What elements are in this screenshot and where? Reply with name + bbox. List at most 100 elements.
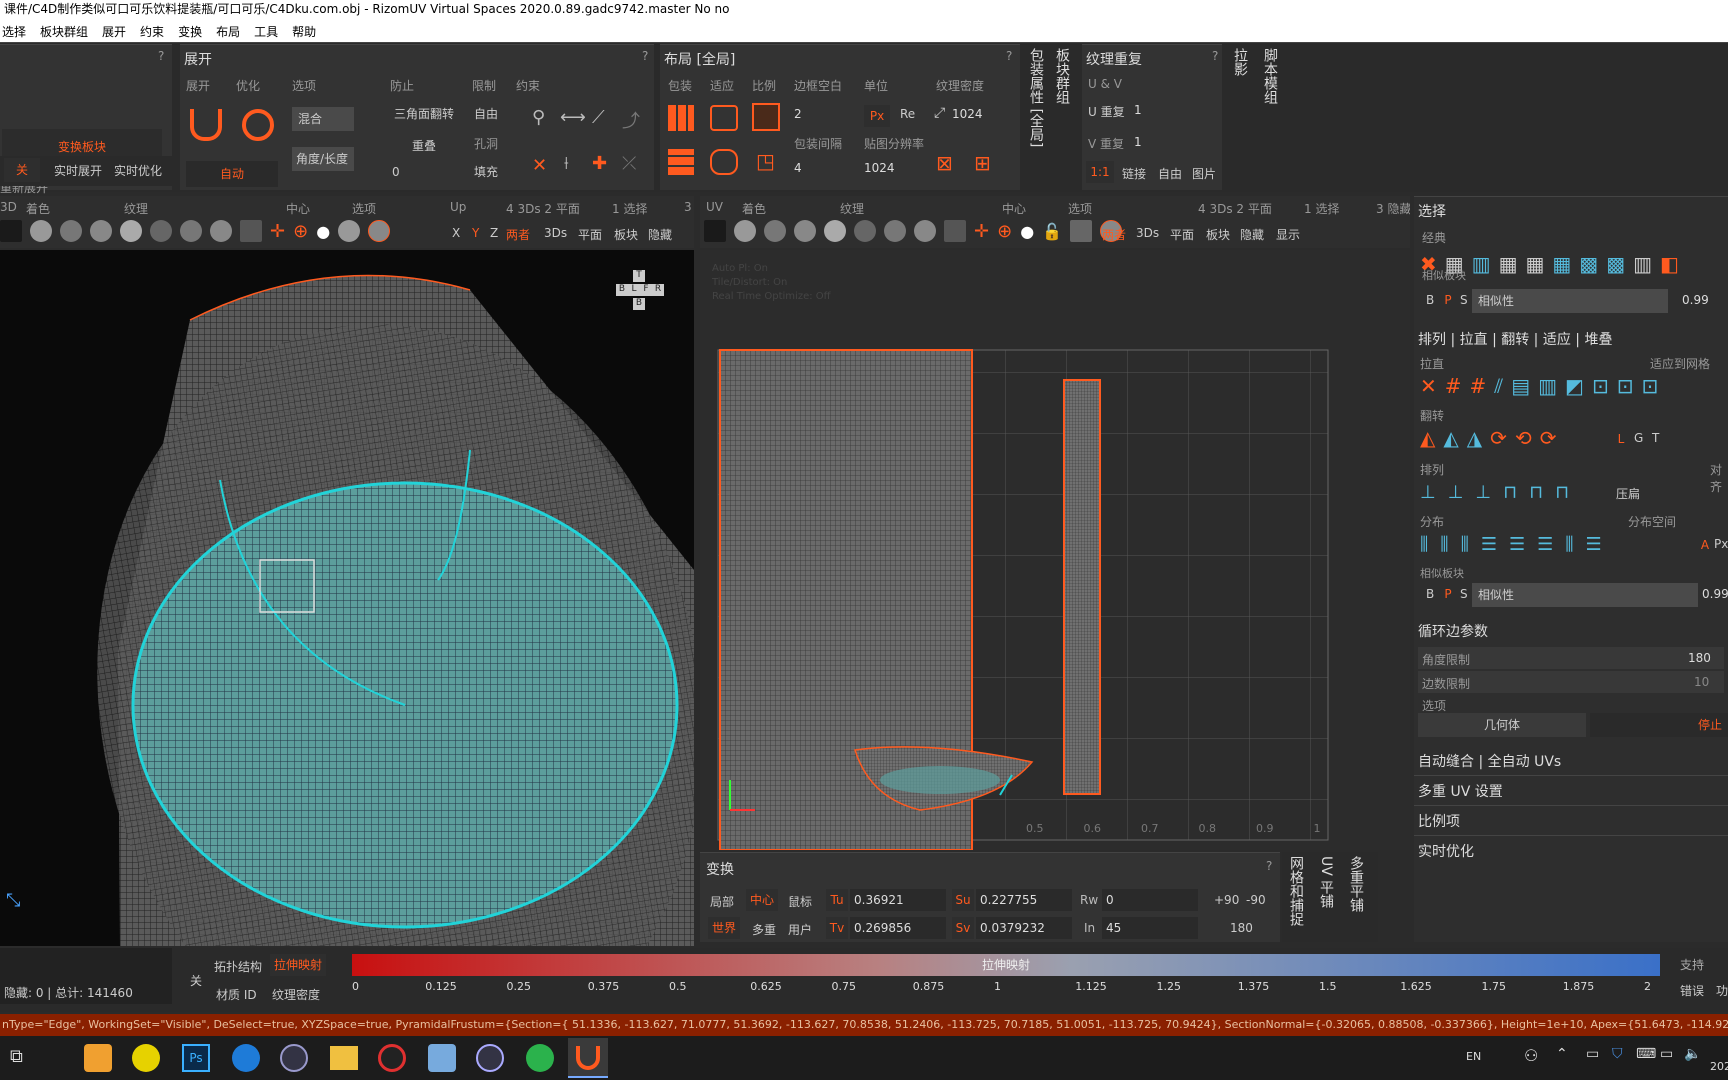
menu-unfold[interactable]: 展开 bbox=[102, 23, 126, 40]
horizontal-constraint-icon[interactable]: ⟷ bbox=[560, 107, 586, 128]
spacing-value[interactable]: 4 bbox=[794, 161, 802, 175]
similarity-slider[interactable]: 相似性 bbox=[1472, 289, 1668, 313]
flat-sphere-icon[interactable] bbox=[824, 220, 846, 242]
center-icon[interactable]: ✛ bbox=[270, 221, 285, 242]
select-face-icon[interactable]: ▦ bbox=[1525, 252, 1544, 276]
unit-re-button[interactable]: Re bbox=[900, 107, 915, 121]
align-bottom-icon[interactable]: ⊥ bbox=[1420, 482, 1436, 503]
dist-b-icon[interactable]: ⫼ bbox=[1440, 534, 1448, 555]
rw-field[interactable]: 0 bbox=[1102, 889, 1198, 911]
tu-field[interactable]: 0.36921 bbox=[850, 889, 946, 911]
image-button[interactable]: 图片 bbox=[1192, 165, 1216, 182]
record-icon[interactable] bbox=[378, 1044, 406, 1072]
menu-select[interactable]: 选择 bbox=[2, 23, 26, 40]
b2-button[interactable]: B bbox=[1426, 587, 1434, 601]
world-button[interactable]: 世界 bbox=[708, 917, 740, 939]
flip-v-icon[interactable]: ◭ bbox=[1443, 426, 1458, 450]
center-target-icon[interactable]: ⊕ bbox=[997, 221, 1012, 242]
security-icon[interactable]: ⛉ bbox=[1612, 1046, 1623, 1062]
help-icon[interactable]: ? bbox=[158, 49, 164, 63]
volume-icon[interactable]: 🔈 bbox=[1684, 1046, 1701, 1062]
network-icon[interactable]: ⌨ bbox=[1636, 1046, 1656, 1062]
error-button[interactable]: 错误 bbox=[1680, 982, 1704, 999]
v-repeat-value[interactable]: 1 bbox=[1134, 135, 1142, 149]
dist-f-icon[interactable]: ☰ bbox=[1537, 534, 1553, 555]
compress-button[interactable]: 压扁 bbox=[1616, 485, 1640, 502]
show-button[interactable]: 显示 bbox=[1276, 226, 1300, 243]
straighten-x-icon[interactable]: ✕ bbox=[1420, 374, 1437, 398]
remove-pin-icon[interactable]: ✕ bbox=[532, 155, 547, 176]
cube-right[interactable]: R bbox=[652, 284, 664, 296]
pin-icon[interactable]: ⚲ bbox=[532, 107, 545, 128]
textured-sphere-icon[interactable] bbox=[90, 220, 112, 242]
center-icon[interactable]: ✛ bbox=[974, 221, 989, 242]
scale-icon[interactable] bbox=[752, 103, 780, 131]
select-ring-icon[interactable]: ▥ bbox=[1633, 252, 1652, 276]
rotate-minus90-button[interactable]: -90 bbox=[1246, 893, 1266, 907]
remove-curve-icon[interactable]: ⤫ bbox=[622, 153, 636, 174]
light-sphere-icon[interactable] bbox=[210, 220, 232, 242]
stop-button[interactable]: 停止 bbox=[1590, 713, 1728, 737]
free-button[interactable]: 自由 bbox=[1158, 165, 1182, 182]
overlap-option[interactable]: 重叠 bbox=[412, 137, 436, 154]
checker-sphere-icon[interactable] bbox=[854, 220, 876, 242]
auto-button[interactable]: 自动 bbox=[186, 161, 278, 187]
axis-z-button[interactable]: Z bbox=[490, 226, 498, 240]
select-island-icon[interactable]: ▥ bbox=[1472, 252, 1491, 276]
select-edge-icon[interactable]: ▦ bbox=[1499, 252, 1518, 276]
realtime-optimize-button[interactable]: 实时优化 bbox=[114, 162, 162, 179]
menu-constraints[interactable]: 约束 bbox=[140, 23, 164, 40]
align-mid-icon[interactable]: ⊓ bbox=[1529, 482, 1543, 503]
fn-button[interactable]: 功 bbox=[1716, 982, 1728, 999]
lang-indicator[interactable]: EN bbox=[1466, 1050, 1481, 1063]
align-center-icon[interactable]: ⊥ bbox=[1448, 482, 1464, 503]
align-top-icon[interactable]: ⊥ bbox=[1475, 482, 1491, 503]
chevron-up-icon[interactable]: ⌃ bbox=[1556, 1046, 1568, 1062]
center-target-icon[interactable]: ⊕ bbox=[293, 221, 308, 242]
local-button[interactable]: 局部 bbox=[710, 893, 734, 910]
hide-button[interactable]: 隐藏 bbox=[648, 226, 672, 243]
vtab-pack-properties[interactable]: 包装属性 [全局] bbox=[1026, 48, 1046, 147]
texture-density-button[interactable]: 纹理密度 bbox=[272, 986, 320, 1003]
cube-top[interactable]: T bbox=[633, 270, 645, 282]
s2-button[interactable]: S bbox=[1460, 587, 1468, 601]
app-icon[interactable] bbox=[232, 1044, 260, 1072]
realtime-opt-link[interactable]: 实时优化 bbox=[1418, 841, 1474, 861]
user-button[interactable]: 用户 bbox=[788, 921, 812, 938]
shading-sphere-icon[interactable] bbox=[734, 220, 756, 242]
rotate-ccw-icon[interactable]: ⟲ bbox=[1515, 426, 1532, 450]
t-button[interactable]: T bbox=[1652, 431, 1659, 445]
material-id-button[interactable]: 材质 ID bbox=[216, 986, 257, 1003]
tab-options[interactable]: 选项 bbox=[292, 77, 316, 94]
dots-sphere-icon[interactable] bbox=[180, 220, 202, 242]
unpack-icon[interactable]: ⊠ bbox=[936, 151, 953, 175]
similarity2-slider[interactable]: 相似性 bbox=[1472, 583, 1698, 607]
lock-icon[interactable]: 🔓 bbox=[1042, 222, 1062, 241]
cinema4d-icon[interactable] bbox=[476, 1044, 504, 1072]
island-button[interactable]: 板块 bbox=[1206, 226, 1230, 243]
cube-front[interactable]: F bbox=[640, 284, 652, 296]
straighten-v-icon[interactable]: # bbox=[1470, 374, 1487, 398]
tab-limit[interactable]: 限制 bbox=[472, 77, 496, 94]
fit-icon[interactable] bbox=[710, 105, 738, 131]
menu-island-groups[interactable]: 板块群组 bbox=[40, 23, 88, 40]
triangle-flip-option[interactable]: 三角面翻转 bbox=[394, 105, 454, 122]
unfold-icon[interactable] bbox=[190, 109, 222, 141]
help-icon[interactable]: ? bbox=[1006, 49, 1012, 63]
both-button[interactable]: 两者 bbox=[506, 226, 530, 243]
hide-button[interactable]: 隐藏 bbox=[1240, 226, 1264, 243]
grid-skew-icon[interactable]: ◩ bbox=[1565, 374, 1584, 398]
flat-sphere-icon[interactable] bbox=[120, 220, 142, 242]
off-toggle[interactable]: 关 bbox=[4, 158, 40, 182]
checker-sphere-icon[interactable] bbox=[150, 220, 172, 242]
g-button[interactable]: G bbox=[1634, 431, 1643, 445]
s-button[interactable]: S bbox=[1460, 293, 1468, 307]
off-toggle[interactable]: 关 bbox=[190, 972, 202, 989]
option-sphere-icon[interactable] bbox=[338, 220, 361, 242]
mix-select[interactable]: 混合 bbox=[292, 107, 354, 131]
multi-button[interactable]: 多重 bbox=[752, 921, 776, 938]
a-button[interactable]: A bbox=[1698, 535, 1712, 555]
in-field[interactable]: 45 bbox=[1102, 917, 1198, 939]
fit-rotate-icon[interactable] bbox=[710, 149, 738, 175]
free-option[interactable]: 自由 bbox=[474, 105, 498, 122]
